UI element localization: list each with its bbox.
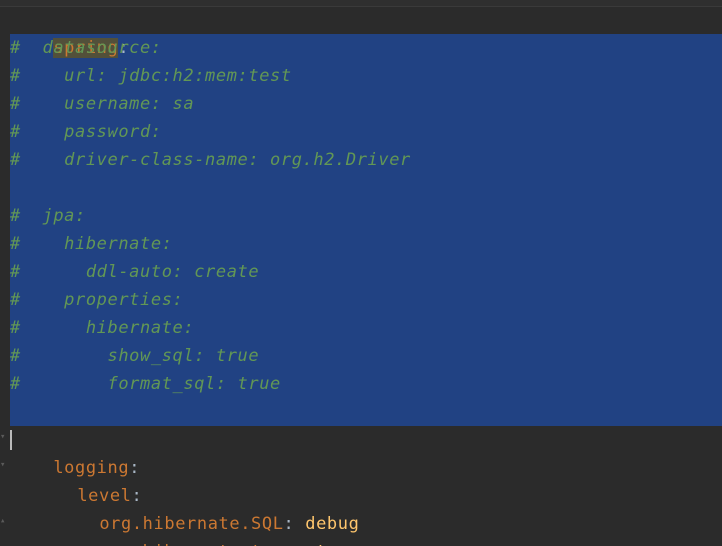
fold-marker-icon[interactable]: ▾ <box>0 460 8 470</box>
comment-line[interactable]: # driver-class-name: org.h2.Driver <box>10 146 411 174</box>
fold-end-icon[interactable]: ▴ <box>0 516 8 526</box>
yaml-value: trace <box>316 542 370 546</box>
comment-line[interactable]: # url: jdbc:h2:mem:test <box>10 62 292 90</box>
code-line-hibernate-sql[interactable]: org.hibernate.SQL: debug <box>56 482 359 534</box>
comment-line[interactable]: # ddl-auto: create <box>10 258 259 286</box>
comment-line[interactable]: # format_sql: true <box>10 370 281 398</box>
code-line-hibernate-type[interactable]: org.hibernate.type: trace <box>56 510 370 546</box>
yaml-colon: : <box>294 542 305 546</box>
fold-gutter: ▾ ▾ ▴ <box>0 6 10 546</box>
code-line-logging[interactable]: logging: <box>10 426 140 478</box>
comment-line[interactable]: # properties: <box>10 286 183 314</box>
fold-marker-icon[interactable]: ▾ <box>0 432 8 442</box>
comment-line[interactable]: # datasource: <box>10 34 162 62</box>
comment-line[interactable]: # hibernate: <box>10 314 194 342</box>
comment-line[interactable]: # show_sql: true <box>10 342 259 370</box>
code-editor[interactable]: ▾ ▾ ▴ spring: # datasource: # url: jdbc:… <box>0 0 722 546</box>
comment-line[interactable]: # username: sa <box>10 90 194 118</box>
yaml-key: org.hibernate.type <box>99 542 294 546</box>
comment-line[interactable]: # password: <box>10 118 162 146</box>
comment-line[interactable]: # hibernate: <box>10 230 173 258</box>
comment-line[interactable]: # jpa: <box>10 202 86 230</box>
code-line-spring[interactable]: spring: <box>10 6 129 58</box>
code-line-level[interactable]: level: <box>34 454 142 506</box>
